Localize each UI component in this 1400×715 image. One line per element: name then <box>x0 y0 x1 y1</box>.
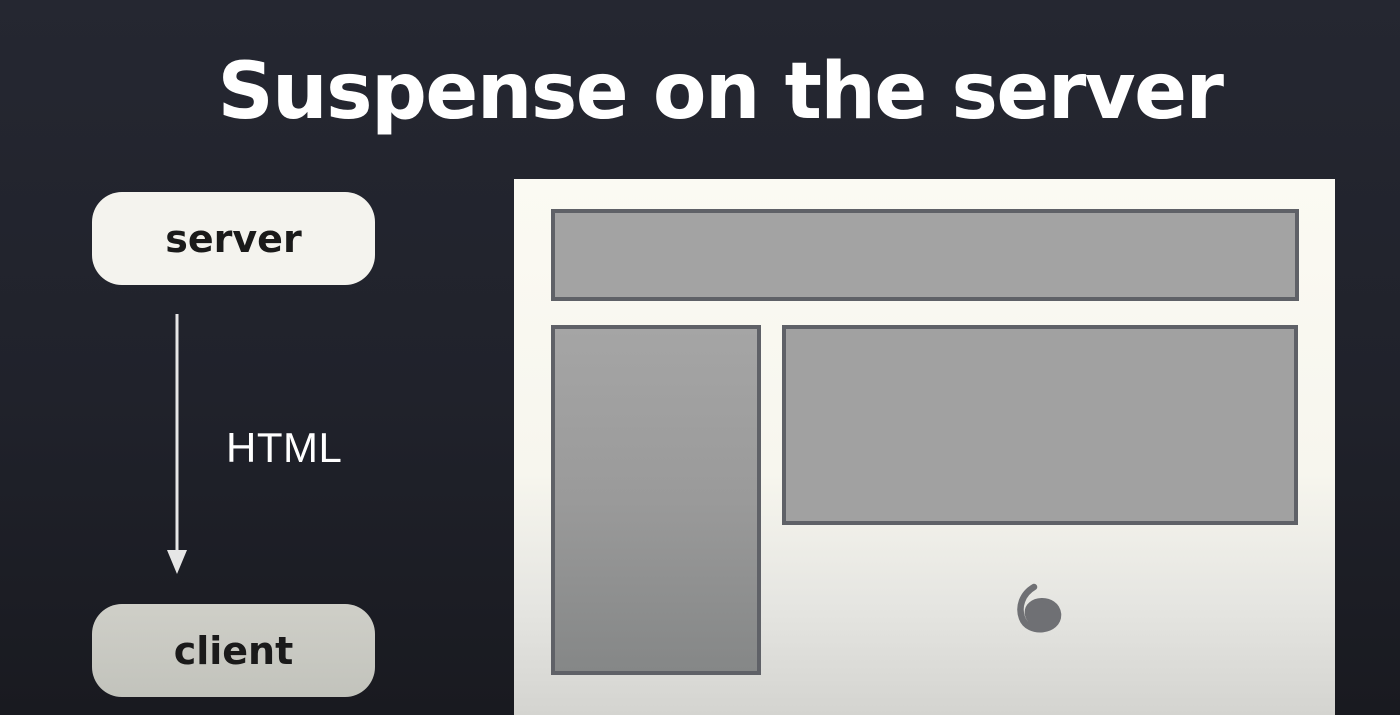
content-placeholder <box>782 325 1298 525</box>
slide-title: Suspense on the server <box>217 47 1224 137</box>
sidebar-placeholder <box>551 325 761 675</box>
html-edge-label: HTML <box>226 424 343 471</box>
header-placeholder <box>551 209 1299 301</box>
client-node: client <box>92 604 375 697</box>
page-mockup <box>514 179 1335 715</box>
spinner-icon <box>1017 583 1062 633</box>
client-label: client <box>173 628 294 673</box>
server-label: server <box>165 216 302 261</box>
server-node: server <box>92 192 375 285</box>
arrow-down-icon <box>167 314 187 574</box>
